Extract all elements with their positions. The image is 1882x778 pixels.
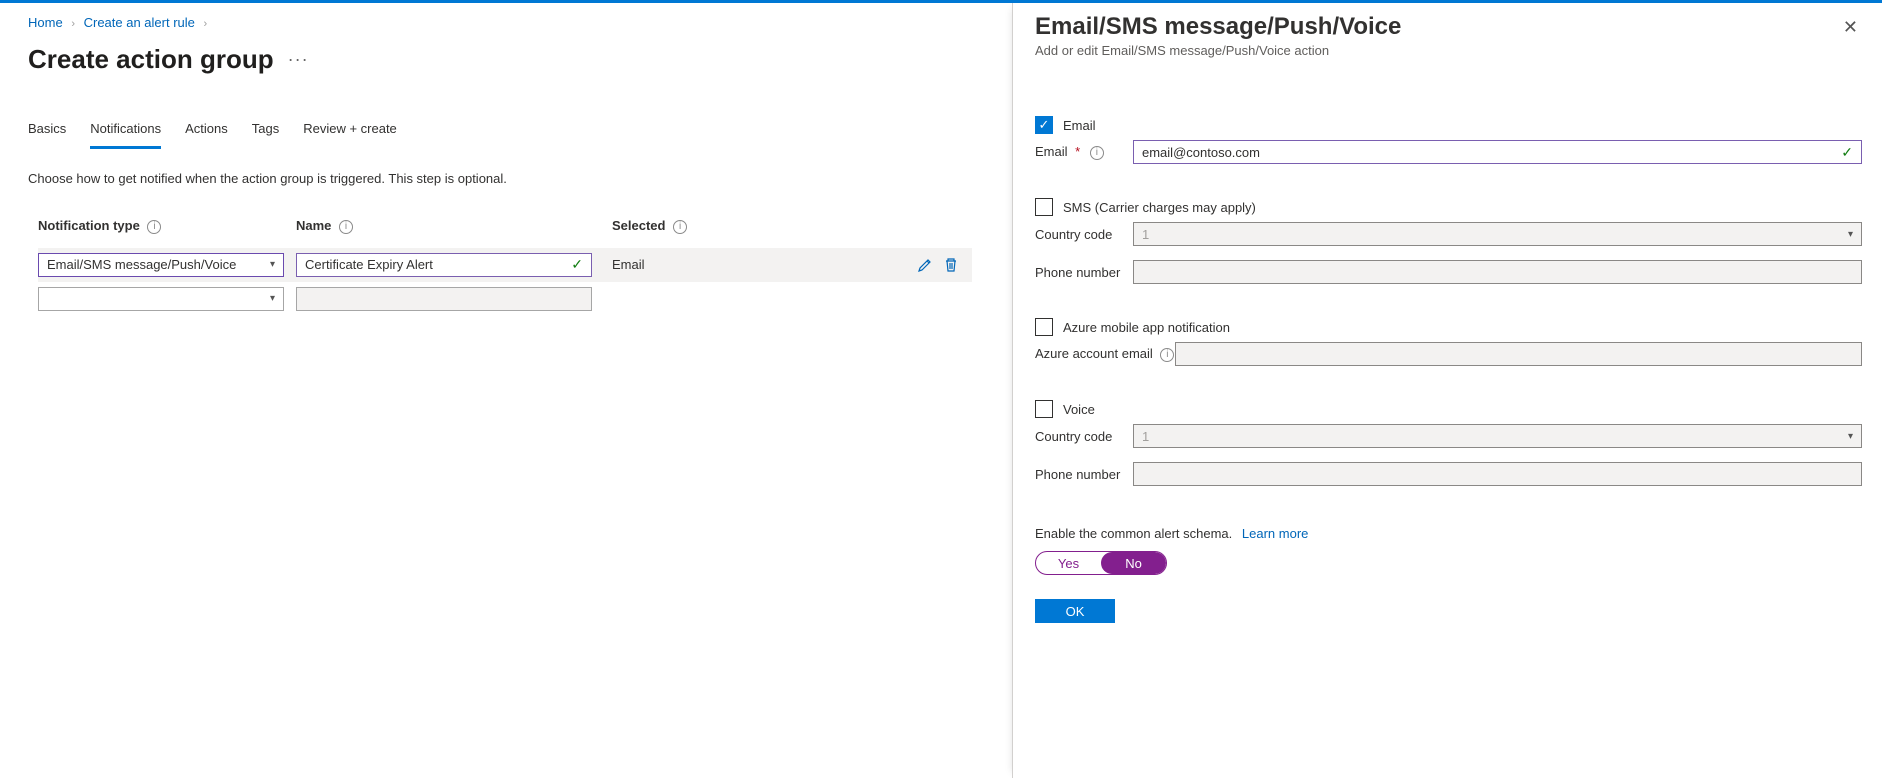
voice-country-code-label: Country code xyxy=(1035,429,1133,444)
learn-more-link[interactable]: Learn more xyxy=(1242,526,1308,541)
grid-row: Email/SMS message/Push/Voice ▾ Certifica… xyxy=(38,248,972,282)
voice-checkbox[interactable] xyxy=(1035,400,1053,418)
chevron-right-icon: › xyxy=(71,18,75,30)
chevron-down-icon: ▾ xyxy=(270,293,275,304)
email-checkbox[interactable]: ✓ xyxy=(1035,116,1053,134)
schema-text: Enable the common alert schema. xyxy=(1035,526,1232,541)
header-name: Name xyxy=(296,218,331,233)
email-input-value: email@contoso.com xyxy=(1142,145,1260,160)
notification-selected: Email xyxy=(612,257,645,272)
tab-basics[interactable]: Basics xyxy=(28,115,66,149)
notification-name-input[interactable]: Certificate Expiry Alert ✓ xyxy=(296,253,592,277)
app-notification-checkbox[interactable] xyxy=(1035,318,1053,336)
notifications-grid: Notification type i Name i Selected i Em… xyxy=(28,218,972,316)
more-actions-button[interactable]: ··· xyxy=(288,49,309,70)
flyout-panel: Email/SMS message/Push/Voice Add or edit… xyxy=(1012,3,1882,778)
toggle-yes[interactable]: Yes xyxy=(1036,552,1101,574)
voice-country-code-value: 1 xyxy=(1142,429,1149,444)
page-title: Create action group xyxy=(28,44,274,75)
tab-actions[interactable]: Actions xyxy=(185,115,228,149)
close-button[interactable]: ✕ xyxy=(1839,13,1862,42)
phone-label: Phone number xyxy=(1035,265,1133,280)
chevron-down-icon: ▾ xyxy=(270,259,275,270)
email-field-label: Email xyxy=(1035,144,1068,159)
app-email-input[interactable] xyxy=(1175,342,1862,366)
main-content: Home › Create an alert rule › Create act… xyxy=(0,3,1000,326)
breadcrumb-home[interactable]: Home xyxy=(28,15,63,30)
notification-type-value: Email/SMS message/Push/Voice xyxy=(47,257,236,272)
sms-country-code-value: 1 xyxy=(1142,227,1149,242)
edit-row-button[interactable] xyxy=(916,256,934,274)
info-icon[interactable]: i xyxy=(1160,348,1174,362)
tab-review[interactable]: Review + create xyxy=(303,115,397,149)
grid-header: Notification type i Name i Selected i xyxy=(38,218,972,234)
sms-phone-input[interactable] xyxy=(1133,260,1862,284)
header-type: Notification type xyxy=(38,218,140,233)
required-asterisk: * xyxy=(1075,144,1080,159)
panel-title: Email/SMS message/Push/Voice xyxy=(1035,13,1401,41)
chevron-down-icon: ▾ xyxy=(1848,431,1853,442)
header-selected: Selected xyxy=(612,218,665,233)
tabs: Basics Notifications Actions Tags Review… xyxy=(28,115,972,149)
check-icon: ✓ xyxy=(571,256,583,273)
section-voice: Voice Country code 1 ▾ Phone number xyxy=(1035,400,1862,486)
notification-type-select[interactable]: Email/SMS message/Push/Voice ▾ xyxy=(38,253,284,277)
grid-row-empty: ▾ xyxy=(38,282,972,316)
section-schema: Enable the common alert schema. Learn mo… xyxy=(1035,526,1862,575)
tab-notifications[interactable]: Notifications xyxy=(90,115,161,149)
voice-country-code-select[interactable]: 1 ▾ xyxy=(1133,424,1862,448)
email-check-label: Email xyxy=(1063,118,1096,133)
sms-checkbox[interactable] xyxy=(1035,198,1053,216)
tab-description: Choose how to get notified when the acti… xyxy=(28,171,972,186)
tab-tags[interactable]: Tags xyxy=(252,115,279,149)
notification-name-input-empty[interactable] xyxy=(296,287,592,311)
breadcrumb-create-rule[interactable]: Create an alert rule xyxy=(84,15,195,30)
toggle-no[interactable]: No xyxy=(1101,552,1166,574)
delete-row-button[interactable] xyxy=(942,256,960,274)
breadcrumb: Home › Create an alert rule › xyxy=(28,13,972,36)
check-icon: ✓ xyxy=(1841,144,1853,161)
voice-phone-input[interactable] xyxy=(1133,462,1862,486)
info-icon[interactable]: i xyxy=(673,220,687,234)
notification-type-select-empty[interactable]: ▾ xyxy=(38,287,284,311)
country-code-label: Country code xyxy=(1035,227,1133,242)
chevron-right-icon: › xyxy=(204,18,208,30)
section-app: Azure mobile app notification Azure acco… xyxy=(1035,318,1862,366)
ok-button[interactable]: OK xyxy=(1035,599,1115,623)
panel-subtitle: Add or edit Email/SMS message/Push/Voice… xyxy=(1035,43,1401,58)
app-email-label: Azure account email xyxy=(1035,346,1153,361)
chevron-down-icon: ▾ xyxy=(1848,229,1853,240)
section-email: ✓ Email Email * i email@contoso.com ✓ xyxy=(1035,116,1862,164)
info-icon[interactable]: i xyxy=(147,220,161,234)
info-icon[interactable]: i xyxy=(339,220,353,234)
info-icon[interactable]: i xyxy=(1090,146,1104,160)
app-check-label: Azure mobile app notification xyxy=(1063,320,1230,335)
voice-phone-label: Phone number xyxy=(1035,467,1133,482)
schema-toggle[interactable]: Yes No xyxy=(1035,551,1167,575)
voice-check-label: Voice xyxy=(1063,402,1095,417)
section-sms: SMS (Carrier charges may apply) Country … xyxy=(1035,198,1862,284)
sms-country-code-select[interactable]: 1 ▾ xyxy=(1133,222,1862,246)
notification-name-value: Certificate Expiry Alert xyxy=(305,257,433,272)
email-input[interactable]: email@contoso.com ✓ xyxy=(1133,140,1862,164)
sms-check-label: SMS (Carrier charges may apply) xyxy=(1063,200,1256,215)
